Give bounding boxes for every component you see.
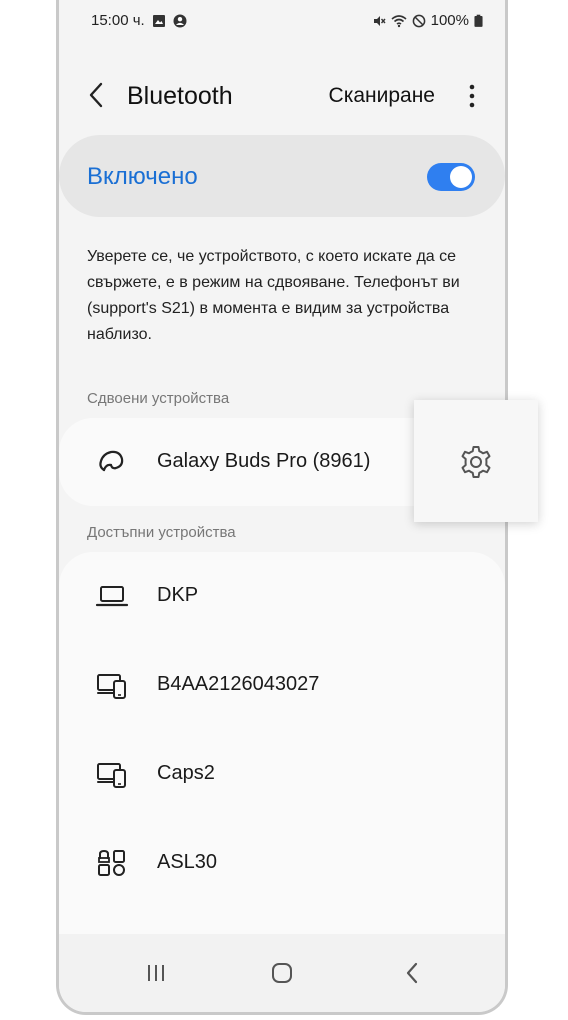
back-nav-icon[interactable] — [397, 958, 427, 988]
image-icon — [152, 14, 165, 27]
device-name: Galaxy Buds Pro (8961) — [157, 450, 371, 472]
page-title: Bluetooth — [127, 82, 233, 110]
status-left: 15:00 ч. — [91, 12, 187, 29]
available-device-row[interactable]: DKP — [59, 552, 505, 640]
device-name: B4AA2126043027 — [157, 673, 320, 695]
mute-icon — [373, 15, 386, 26]
wifi-icon — [391, 14, 407, 27]
gear-icon[interactable] — [458, 444, 494, 480]
generic-device-icon — [98, 849, 125, 876]
available-device-row[interactable]: Caps2 — [59, 730, 505, 818]
laptop-icon — [95, 586, 129, 607]
pairing-info-text: Уверете се, че устройството, с което иск… — [87, 248, 460, 343]
status-bar: 15:00 ч. 100% — [59, 0, 505, 42]
switch-knob — [450, 166, 472, 188]
available-device-row[interactable]: B4AA2126043027 — [59, 641, 505, 729]
recent-apps-icon[interactable] — [141, 958, 171, 988]
bluetooth-switch[interactable] — [427, 163, 475, 191]
status-time: 15:00 ч. — [91, 12, 145, 29]
navigation-bar — [59, 934, 505, 1012]
earbuds-icon — [99, 450, 124, 472]
devices-icon — [97, 674, 126, 699]
device-name: ASL30 — [157, 851, 218, 873]
more-options-icon[interactable] — [461, 82, 483, 110]
home-icon[interactable] — [267, 958, 297, 988]
back-arrow-icon[interactable] — [83, 80, 111, 110]
battery-percent: 100% — [430, 12, 469, 29]
status-right: 100% — [372, 12, 483, 29]
available-section-label: Достъпни устройства — [87, 524, 236, 541]
bluetooth-toggle-row[interactable]: Включено — [59, 135, 505, 217]
toggle-label: Включено — [87, 163, 198, 190]
scan-button[interactable]: Сканиране — [329, 84, 435, 108]
device-name: DKP — [157, 584, 199, 606]
app-header: Bluetooth Сканиране — [59, 70, 505, 122]
do-not-disturb-icon — [412, 14, 425, 27]
battery-icon — [474, 14, 483, 27]
available-devices-card: DKP B4AA2126043027 Caps2 ASL30 — [59, 552, 505, 942]
account-icon — [173, 14, 187, 27]
devices-icon — [97, 763, 126, 788]
device-settings-callout[interactable] — [414, 400, 538, 522]
device-name: Caps2 — [157, 762, 215, 784]
paired-section-label: Сдвоени устройства — [87, 390, 230, 407]
available-device-row[interactable]: ASL30 — [59, 819, 505, 907]
